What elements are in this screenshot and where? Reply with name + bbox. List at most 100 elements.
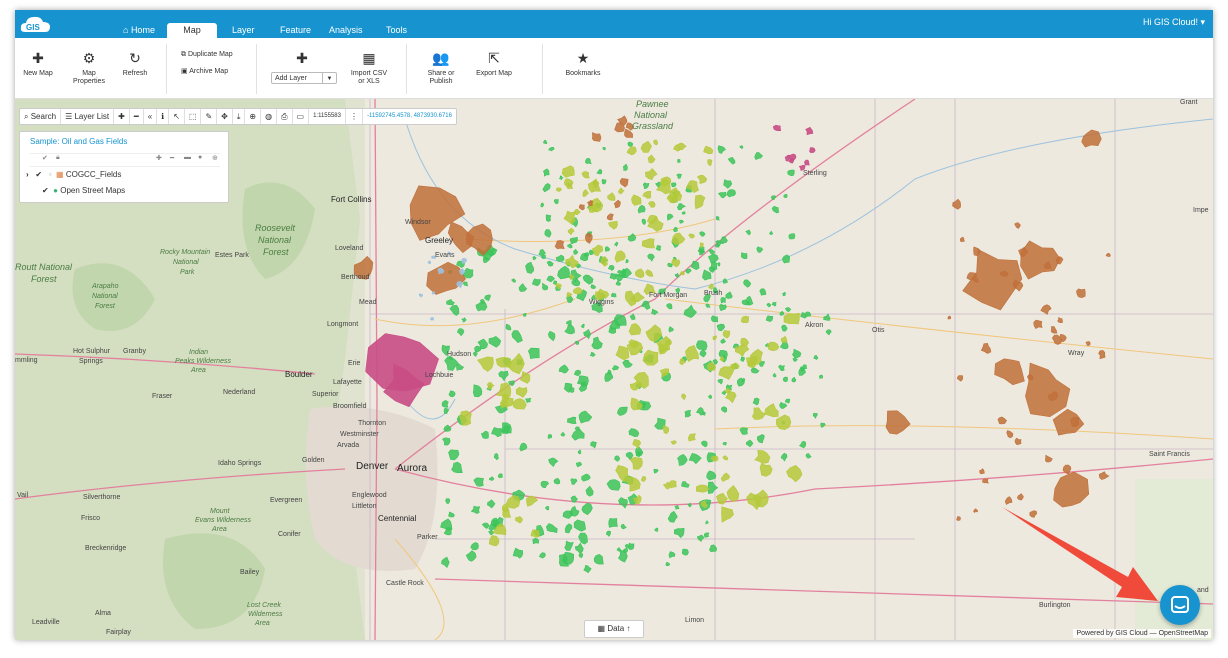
field-polygon[interactable] bbox=[583, 565, 592, 574]
field-polygon[interactable] bbox=[451, 461, 463, 473]
export-map-button[interactable]: ⇱ Export Map bbox=[472, 50, 516, 78]
field-polygon[interactable] bbox=[580, 323, 585, 329]
field-polygon[interactable] bbox=[640, 140, 652, 153]
data-panel-button[interactable]: ▦ Data ↑ bbox=[584, 620, 644, 638]
field-polygon[interactable] bbox=[676, 173, 682, 179]
field-polygon[interactable] bbox=[1033, 319, 1043, 330]
field-polygon[interactable] bbox=[555, 187, 562, 192]
expand-icon[interactable]: › bbox=[26, 170, 29, 179]
field-polygon[interactable] bbox=[627, 233, 637, 242]
field-polygon[interactable] bbox=[766, 302, 772, 308]
field-polygon[interactable] bbox=[578, 204, 585, 211]
duplicate-map-button[interactable]: ⧉ Duplicate Map bbox=[181, 50, 233, 60]
field-polygon[interactable] bbox=[772, 124, 782, 131]
field-polygon[interactable] bbox=[709, 544, 718, 553]
map-properties-button[interactable]: ⚙ Map Properties bbox=[67, 50, 111, 86]
field-polygon[interactable] bbox=[585, 157, 592, 165]
field-polygon[interactable] bbox=[769, 230, 774, 236]
field-polygon[interactable] bbox=[681, 211, 686, 215]
field-polygon[interactable] bbox=[694, 194, 706, 210]
field-polygon[interactable] bbox=[756, 434, 765, 444]
field-polygon[interactable] bbox=[1105, 252, 1111, 257]
field-polygon[interactable] bbox=[791, 376, 797, 383]
field-polygon[interactable] bbox=[801, 364, 808, 370]
field-polygon[interactable] bbox=[1014, 437, 1022, 446]
field-polygon[interactable] bbox=[548, 457, 559, 467]
field-polygon[interactable] bbox=[487, 499, 496, 509]
check-all-icon[interactable]: ✔ bbox=[42, 154, 48, 162]
field-polygon[interactable] bbox=[699, 348, 707, 358]
measure-icon[interactable]: ▭ bbox=[293, 109, 310, 124]
field-polygon[interactable] bbox=[956, 516, 961, 521]
field-polygon[interactable] bbox=[690, 260, 700, 271]
field-polygon[interactable] bbox=[574, 340, 580, 345]
field-polygon[interactable] bbox=[740, 252, 748, 260]
globe-icon[interactable]: ◍ bbox=[261, 109, 278, 124]
field-polygon[interactable] bbox=[590, 284, 597, 289]
field-polygon[interactable] bbox=[431, 290, 436, 295]
field-polygon[interactable] bbox=[666, 303, 673, 310]
field-polygon[interactable] bbox=[581, 502, 593, 516]
field-polygon[interactable] bbox=[708, 283, 714, 290]
field-polygon[interactable] bbox=[441, 437, 451, 446]
field-polygon[interactable] bbox=[674, 505, 680, 510]
field-polygon[interactable] bbox=[812, 412, 818, 419]
field-polygon[interactable] bbox=[448, 449, 460, 461]
field-polygon[interactable] bbox=[426, 261, 466, 295]
field-polygon[interactable] bbox=[1040, 304, 1052, 315]
field-polygon[interactable] bbox=[577, 449, 582, 455]
field-polygon[interactable] bbox=[608, 220, 618, 230]
field-polygon[interactable] bbox=[605, 530, 611, 537]
field-polygon[interactable] bbox=[562, 510, 573, 519]
field-polygon[interactable] bbox=[640, 475, 647, 482]
field-polygon[interactable] bbox=[752, 397, 760, 406]
field-polygon[interactable] bbox=[547, 434, 553, 440]
field-polygon[interactable] bbox=[678, 219, 685, 224]
field-polygon[interactable] bbox=[754, 449, 771, 464]
field-polygon[interactable] bbox=[572, 286, 583, 295]
field-polygon[interactable] bbox=[820, 422, 826, 428]
add-layer-plus[interactable]: ✚ bbox=[287, 50, 317, 70]
field-polygon[interactable] bbox=[740, 315, 750, 324]
field-polygon[interactable] bbox=[780, 452, 788, 462]
field-polygon[interactable] bbox=[602, 146, 606, 151]
field-polygon[interactable] bbox=[571, 428, 585, 441]
field-polygon[interactable] bbox=[997, 416, 1007, 425]
field-polygon[interactable] bbox=[668, 480, 677, 489]
field-polygon[interactable] bbox=[740, 337, 750, 347]
field-polygon[interactable] bbox=[546, 275, 556, 283]
field-polygon[interactable] bbox=[542, 183, 551, 193]
field-polygon[interactable] bbox=[505, 323, 512, 331]
field-polygon[interactable] bbox=[687, 433, 696, 442]
field-polygon[interactable] bbox=[751, 407, 766, 420]
field-polygon[interactable] bbox=[465, 550, 477, 562]
field-polygon[interactable] bbox=[677, 158, 681, 163]
field-polygon[interactable] bbox=[443, 407, 449, 414]
field-polygon[interactable] bbox=[591, 336, 603, 350]
field-polygon[interactable] bbox=[606, 213, 614, 221]
field-polygon[interactable] bbox=[787, 169, 795, 177]
field-polygon[interactable] bbox=[515, 516, 523, 524]
field-polygon[interactable] bbox=[805, 453, 812, 459]
add-layer-icon[interactable]: ✚ bbox=[156, 154, 162, 162]
field-polygon[interactable] bbox=[502, 506, 512, 518]
info-icon[interactable]: ℹ bbox=[157, 109, 170, 124]
field-polygon[interactable] bbox=[771, 205, 780, 214]
field-polygon[interactable] bbox=[448, 390, 456, 398]
field-polygon[interactable] bbox=[473, 477, 484, 487]
field-polygon[interactable] bbox=[994, 358, 1025, 386]
field-polygon[interactable] bbox=[548, 146, 555, 152]
field-polygon[interactable] bbox=[566, 416, 577, 424]
field-polygon[interactable] bbox=[472, 384, 483, 398]
field-polygon[interactable] bbox=[1027, 374, 1034, 381]
field-polygon[interactable] bbox=[586, 200, 594, 207]
field-polygon[interactable] bbox=[637, 204, 646, 214]
field-polygon[interactable] bbox=[525, 397, 532, 403]
field-polygon[interactable] bbox=[619, 178, 629, 188]
field-polygon[interactable] bbox=[782, 254, 791, 264]
field-polygon[interactable] bbox=[429, 316, 435, 321]
field-polygon[interactable] bbox=[1044, 454, 1053, 463]
field-polygon[interactable] bbox=[445, 498, 451, 504]
field-polygon[interactable] bbox=[641, 238, 655, 249]
field-polygon[interactable] bbox=[662, 425, 670, 435]
